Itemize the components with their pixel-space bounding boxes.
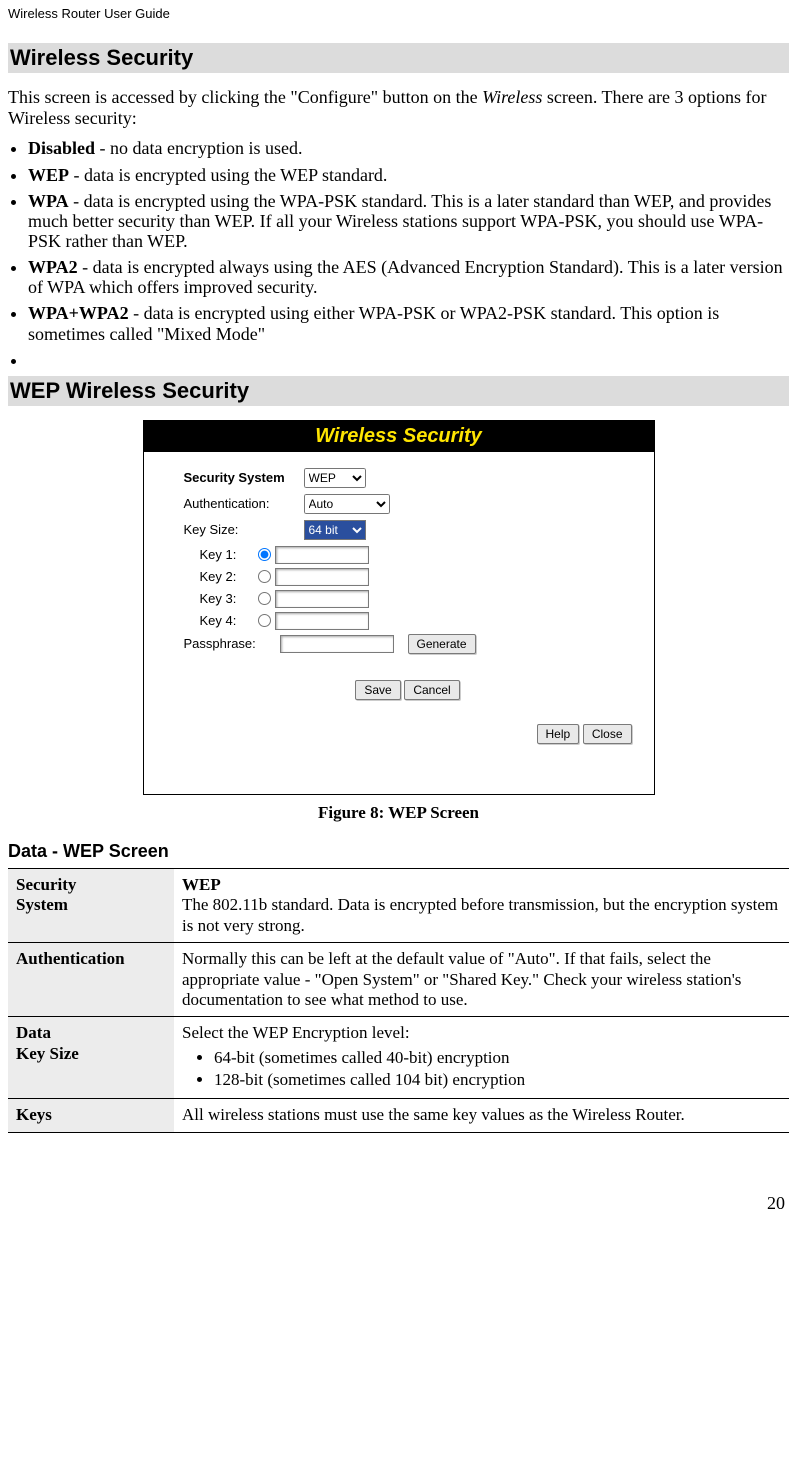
option-bold: WPA	[28, 191, 69, 211]
option-rest: - data is encrypted using the WEP standa…	[69, 165, 387, 185]
intro-text-italic: Wireless	[482, 87, 542, 107]
row2-left: Authentication	[8, 943, 174, 1017]
row3-left-a: Data	[16, 1023, 51, 1042]
auth-label: Authentication:	[184, 496, 304, 511]
screenshot-titlebar: Wireless Security	[144, 421, 654, 452]
key2-input[interactable]	[275, 568, 369, 586]
data-wep-table: Security System WEP The 802.11b standard…	[8, 868, 789, 1133]
data-table-heading: Data - WEP Screen	[8, 841, 789, 862]
list-item-empty	[28, 350, 789, 370]
row3-li1: 64-bit (sometimes called 40-bit) encrypt…	[214, 1048, 781, 1068]
cancel-button[interactable]: Cancel	[404, 680, 459, 700]
section-wep-heading: WEP Wireless Security	[8, 376, 789, 406]
key2-label: Key 2:	[200, 569, 258, 584]
row3-body: Select the WEP Encryption level:	[182, 1023, 410, 1042]
key3-input[interactable]	[275, 590, 369, 608]
option-rest: - no data encryption is used.	[95, 138, 302, 158]
option-bold: WPA+WPA2	[28, 303, 129, 323]
save-button[interactable]: Save	[355, 680, 400, 700]
row4-left: Keys	[8, 1099, 174, 1132]
close-button[interactable]: Close	[583, 724, 632, 744]
security-system-label: Security System	[184, 470, 304, 485]
security-system-select[interactable]: WEP	[304, 468, 366, 488]
list-item: Disabled - no data encryption is used.	[28, 138, 789, 158]
section-wireless-security-heading: Wireless Security	[8, 43, 789, 73]
wep-screenshot: Wireless Security Security System WEP Au…	[143, 420, 655, 795]
table-row: Security System WEP The 802.11b standard…	[8, 868, 789, 942]
passphrase-label: Passphrase:	[184, 636, 280, 651]
option-rest: - data is encrypted using the WPA-PSK st…	[28, 191, 771, 251]
row-left-a: Security	[16, 875, 76, 894]
generate-button[interactable]: Generate	[408, 634, 476, 654]
table-row: Keys All wireless stations must use the …	[8, 1099, 789, 1132]
row3-li2: 128-bit (sometimes called 104 bit) encry…	[214, 1070, 781, 1090]
key4-radio[interactable]	[258, 614, 271, 627]
option-bold: WPA2	[28, 257, 78, 277]
key1-label: Key 1:	[200, 547, 258, 562]
figure-caption: Figure 8: WEP Screen	[8, 803, 789, 823]
page-number: 20	[8, 1193, 789, 1214]
table-row: Authentication Normally this can be left…	[8, 943, 789, 1017]
row3-left-b: Key Size	[16, 1044, 79, 1063]
help-button[interactable]: Help	[537, 724, 580, 744]
table-row: Data Key Size Select the WEP Encryption …	[8, 1017, 789, 1099]
key3-radio[interactable]	[258, 592, 271, 605]
passphrase-input[interactable]	[280, 635, 394, 653]
row-left-b: System	[16, 895, 68, 914]
row2-body: Normally this can be left at the default…	[174, 943, 789, 1017]
security-options-list: Disabled - no data encryption is used. W…	[8, 138, 789, 370]
list-item: WEP - data is encrypted using the WEP st…	[28, 165, 789, 185]
key4-label: Key 4:	[200, 613, 258, 628]
keysize-select[interactable]: 64 bit	[304, 520, 366, 540]
key1-radio[interactable]	[258, 548, 271, 561]
keysize-label: Key Size:	[184, 522, 304, 537]
intro-text-a: This screen is accessed by clicking the …	[8, 87, 482, 107]
auth-select[interactable]: Auto	[304, 494, 390, 514]
row1-body: The 802.11b standard. Data is encrypted …	[182, 895, 778, 934]
list-item: WPA+WPA2 - data is encrypted using eithe…	[28, 303, 789, 343]
option-rest: - data is encrypted always using the AES…	[28, 257, 783, 297]
doc-header: Wireless Router User Guide	[8, 6, 789, 21]
key3-label: Key 3:	[200, 591, 258, 606]
key2-radio[interactable]	[258, 570, 271, 583]
intro-paragraph: This screen is accessed by clicking the …	[8, 87, 789, 128]
key4-input[interactable]	[275, 612, 369, 630]
list-item: WPA - data is encrypted using the WPA-PS…	[28, 191, 789, 251]
key1-input[interactable]	[275, 546, 369, 564]
option-rest: - data is encrypted using either WPA-PSK…	[28, 303, 719, 343]
option-bold: Disabled	[28, 138, 95, 158]
list-item: WPA2 - data is encrypted always using th…	[28, 257, 789, 297]
row1-bold: WEP	[182, 875, 221, 894]
option-bold: WEP	[28, 165, 69, 185]
row4-body: All wireless stations must use the same …	[174, 1099, 789, 1132]
